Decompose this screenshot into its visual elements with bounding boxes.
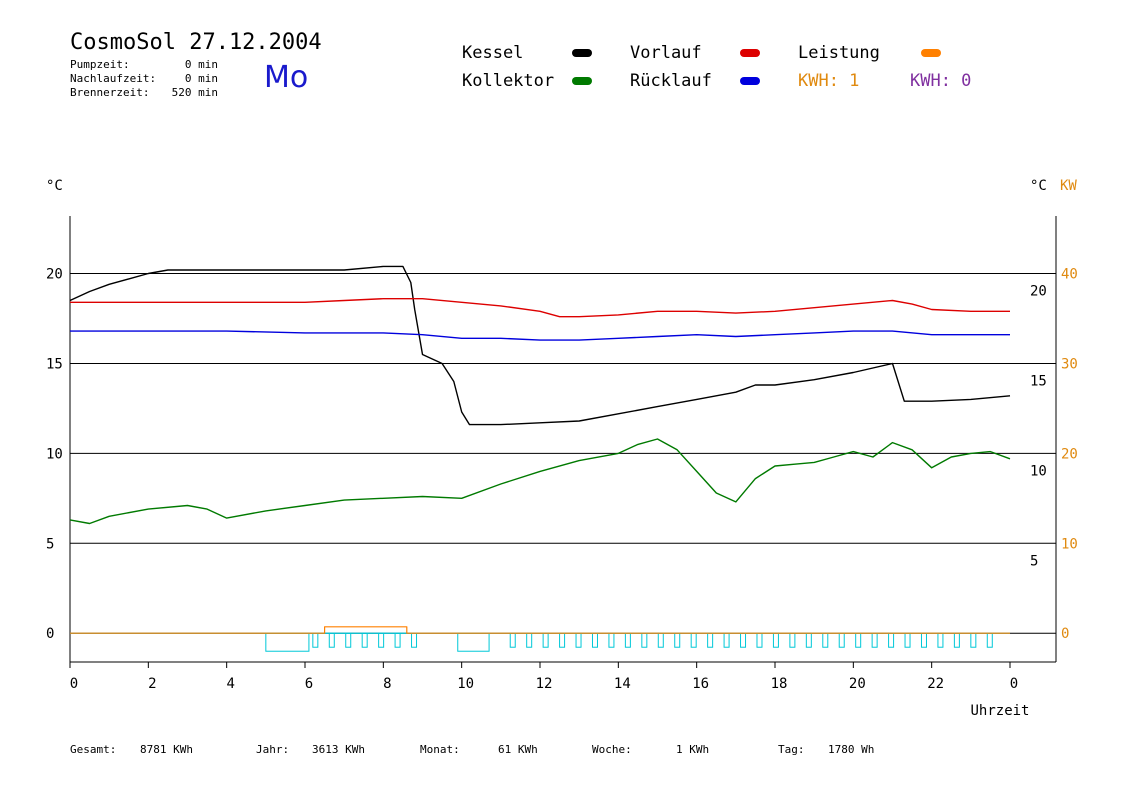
pump-pulse-18 bbox=[690, 632, 697, 648]
x-tick-label-3: 6 bbox=[305, 676, 313, 692]
y-left-tick-0: 0 bbox=[46, 626, 54, 642]
pump-pulse-32 bbox=[920, 632, 927, 648]
y-right-kw-tick-40: 40 bbox=[1061, 267, 1078, 283]
footer-jahr-value: 3613 KWh bbox=[312, 743, 365, 756]
y-left-tick-20: 20 bbox=[46, 267, 63, 283]
pump-pulse-9 bbox=[542, 632, 549, 648]
series-kollektor bbox=[69, 438, 1011, 525]
pump-pulse-15 bbox=[641, 632, 648, 648]
pump-pulse-24 bbox=[789, 632, 796, 648]
y-right-tick-10: 10 bbox=[1030, 463, 1047, 479]
y-left-tick-5: 5 bbox=[46, 536, 54, 552]
temperature-chart: 0 5 10 15 20 5 10 15 20 0 10 20 30 40 °C °C KW 0 2 4 6 8 10 12 1… bbox=[46, 178, 1078, 719]
x-tick-label-11: 22 bbox=[927, 676, 944, 692]
y-right-unit: °C bbox=[1030, 178, 1047, 194]
footer-tag-label: Tag: bbox=[778, 743, 805, 756]
x-tick-label-1: 2 bbox=[148, 676, 156, 692]
pump-pulse-7 bbox=[509, 632, 516, 648]
footer-tag-value: 1780 Wh bbox=[828, 743, 875, 756]
pump-pulse-5 bbox=[394, 632, 401, 648]
footer-monat-value: 61 KWh bbox=[498, 743, 538, 756]
pump-pulse-23 bbox=[772, 632, 779, 648]
pump-pulse-13 bbox=[608, 632, 615, 648]
y-right-tick-20: 20 bbox=[1030, 284, 1047, 300]
x-tick-label-6: 12 bbox=[536, 676, 553, 692]
pump-pulse-27 bbox=[838, 632, 845, 648]
footer-gesamt-label: Gesamt: bbox=[70, 743, 117, 756]
pump-pulse-3 bbox=[361, 632, 368, 648]
x-tick-label-9: 18 bbox=[771, 676, 788, 692]
y-right-tick-5: 5 bbox=[1030, 553, 1038, 569]
x-tick-label-7: 14 bbox=[614, 676, 631, 692]
pump-pulse-30 bbox=[888, 632, 895, 648]
x-tick-label-2: 4 bbox=[226, 676, 234, 692]
x-tick-label-10: 20 bbox=[849, 676, 866, 692]
pump-pulse-21 bbox=[740, 632, 747, 648]
pump-pulse-26 bbox=[822, 632, 829, 648]
pump-pulse-36 bbox=[986, 632, 993, 648]
pump-pulse-35 bbox=[970, 632, 977, 648]
x-tick-label-5: 10 bbox=[457, 676, 474, 692]
series-kessel bbox=[69, 265, 1011, 426]
y-right-kw-unit: KW bbox=[1060, 178, 1077, 194]
pump-pulse-16 bbox=[657, 632, 664, 648]
x-tick-label-12: 0 bbox=[1010, 676, 1018, 692]
y-left-unit: °C bbox=[46, 178, 63, 194]
pump-pulse-29 bbox=[871, 632, 878, 648]
pump-pulse-1 bbox=[328, 632, 335, 648]
footer-jahr-label: Jahr: bbox=[256, 743, 290, 756]
pump-pulse-28 bbox=[855, 632, 862, 648]
pump-pulse-10 bbox=[559, 632, 566, 648]
series-ruecklauf bbox=[70, 330, 1010, 341]
pump-pulse-20 bbox=[723, 632, 730, 648]
x-axis-label: Uhrzeit bbox=[970, 703, 1029, 719]
footer-monat-label: Monat: bbox=[420, 743, 460, 756]
pump-pulse-8 bbox=[526, 632, 533, 648]
pump-pulse-22 bbox=[756, 632, 763, 648]
pump-pulse-4 bbox=[378, 632, 385, 648]
y-right-kw-tick-0: 0 bbox=[1061, 626, 1069, 642]
series-leistung bbox=[70, 626, 1010, 634]
series-vorlauf bbox=[70, 298, 1010, 318]
pump-pulse-19 bbox=[707, 632, 714, 648]
footer-woche-label: Woche: bbox=[592, 743, 632, 756]
pump-pulse-34 bbox=[953, 632, 960, 648]
pump-pulse-25 bbox=[805, 632, 812, 648]
x-tick-label-8: 16 bbox=[692, 676, 709, 692]
pump-pulse-12 bbox=[591, 632, 598, 648]
pump-pulse-33 bbox=[937, 632, 944, 648]
pump-pulse-0 bbox=[312, 632, 319, 648]
x-tick-label-4: 8 bbox=[383, 676, 391, 692]
pump-pulse-11 bbox=[575, 632, 582, 648]
pump-pulse-2 bbox=[345, 632, 352, 648]
pump-pulse-17 bbox=[674, 632, 681, 648]
pump-pulse-31 bbox=[904, 632, 911, 648]
pump-block bbox=[457, 632, 490, 652]
y-left-tick-10: 10 bbox=[46, 446, 63, 462]
y-right-kw-tick-10: 10 bbox=[1061, 536, 1078, 552]
y-right-kw-tick-30: 30 bbox=[1061, 356, 1078, 372]
pump-block bbox=[265, 632, 310, 652]
footer-woche-value: 1 KWh bbox=[676, 743, 710, 756]
y-right-tick-15: 15 bbox=[1030, 373, 1047, 389]
footer-gesamt-value: 8781 KWh bbox=[140, 743, 193, 756]
y-right-kw-tick-20: 20 bbox=[1061, 446, 1078, 462]
y-left-tick-15: 15 bbox=[46, 356, 63, 372]
pump-pulse-6 bbox=[411, 632, 418, 648]
x-tick-label-0: 0 bbox=[70, 676, 78, 692]
pump-pulse-14 bbox=[624, 632, 631, 648]
